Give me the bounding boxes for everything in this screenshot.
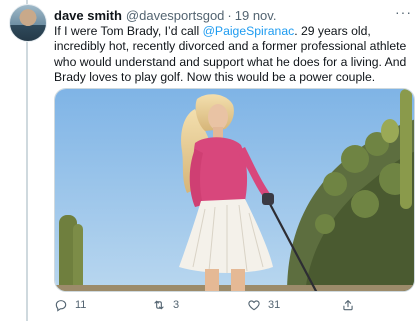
- thread-line: [26, 0, 28, 321]
- share-button[interactable]: [341, 298, 355, 312]
- reply-icon: [55, 300, 67, 312]
- tweet-media-photo[interactable]: [54, 88, 415, 292]
- avatar[interactable]: [9, 4, 47, 42]
- tweet-text-part: If I were Tom Brady, I’d call: [54, 24, 203, 38]
- like-count: 31: [268, 299, 281, 311]
- more-options-icon[interactable]: ···: [395, 4, 412, 20]
- separator-dot: ·: [227, 7, 232, 23]
- retweet-icon: [154, 300, 164, 310]
- reply-button[interactable]: 11: [54, 298, 86, 312]
- share-icon: [343, 300, 353, 311]
- like-button[interactable]: 31: [247, 298, 280, 312]
- golfer-photo: [55, 89, 414, 291]
- retweet-count: 3: [173, 299, 180, 311]
- like-icon: [248, 300, 260, 311]
- retweet-button[interactable]: 3: [152, 298, 179, 312]
- tweet-text: If I were Tom Brady, I’d call @PaigeSpir…: [54, 24, 416, 85]
- reply-count: 11: [75, 299, 87, 311]
- author-name[interactable]: dave smith: [54, 8, 122, 23]
- author-handle[interactable]: @davesportsgod: [126, 8, 224, 23]
- tweet-actions: 11 3 31: [54, 298, 394, 316]
- tweet-date[interactable]: 19 nov.: [235, 8, 277, 23]
- mention-link[interactable]: @PaigeSpiranac: [203, 24, 295, 38]
- tweet-header: dave smith @davesportsgod · 19 nov. ···: [54, 4, 412, 24]
